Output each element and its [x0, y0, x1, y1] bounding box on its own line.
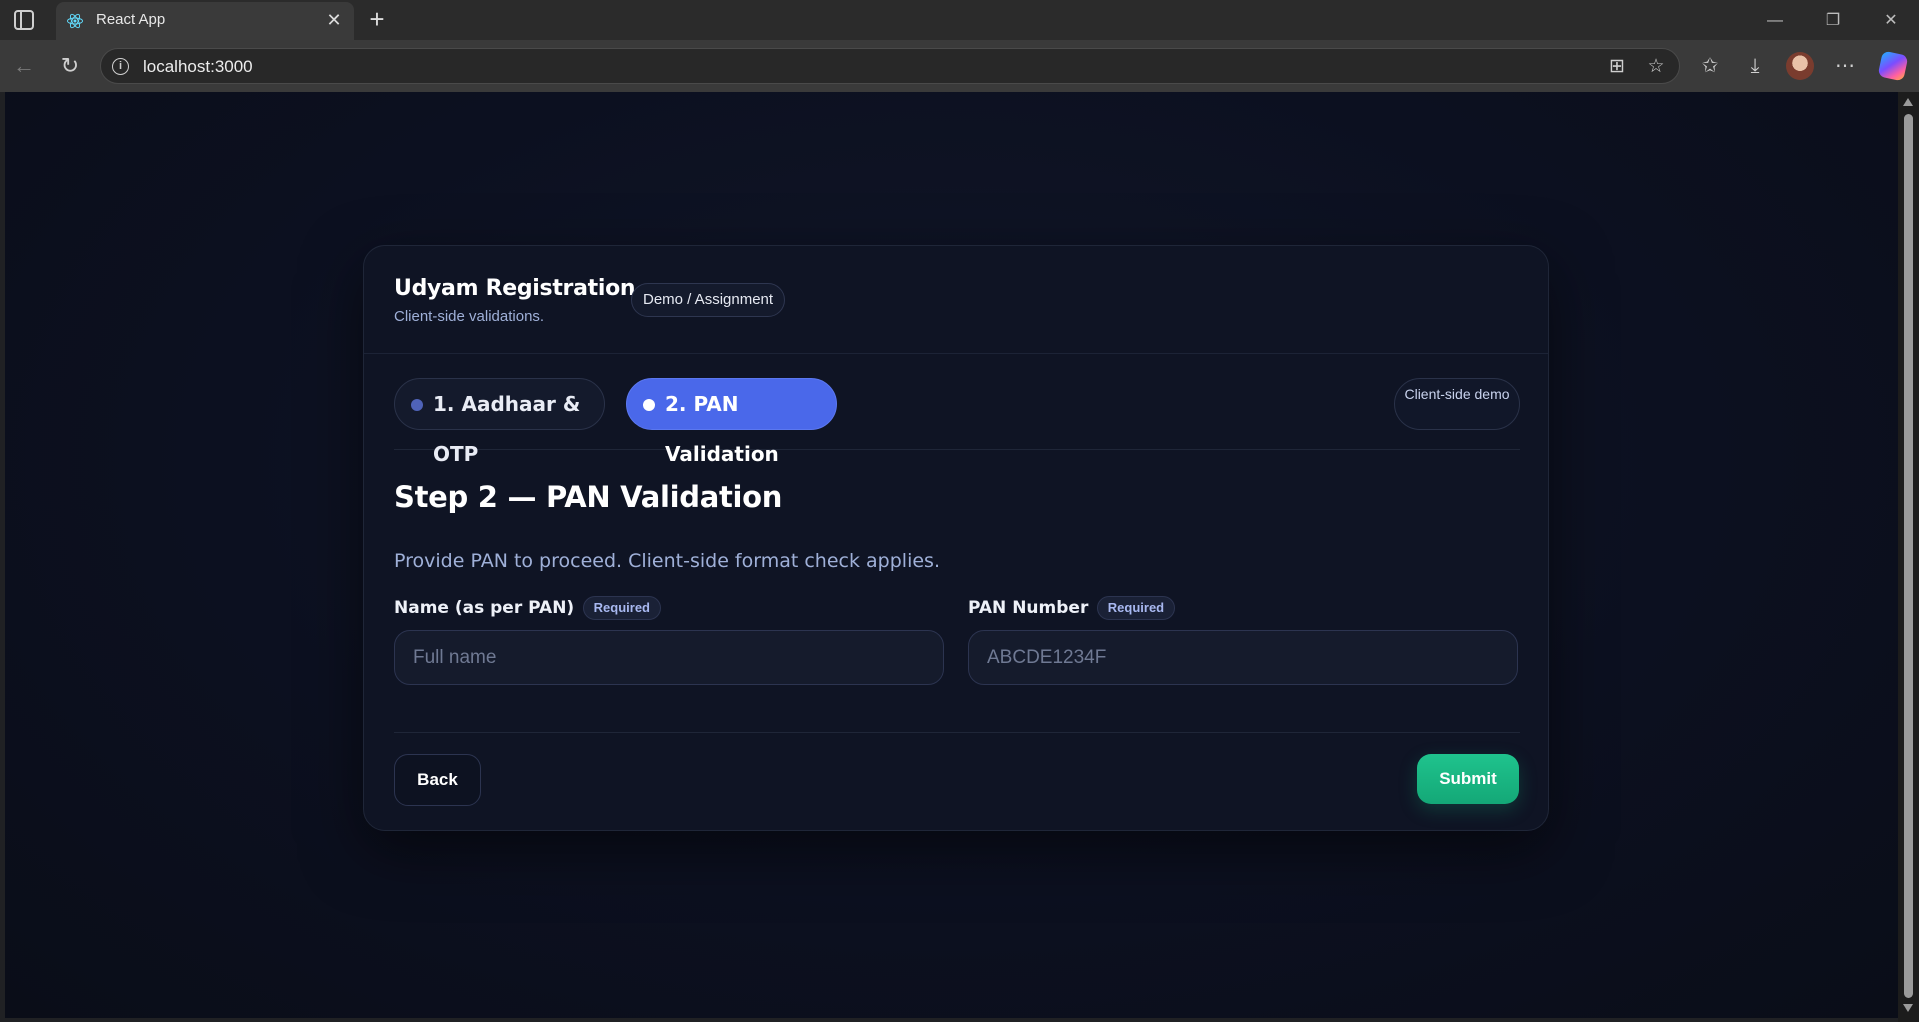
pan-field-label: PAN Number — [968, 598, 1089, 618]
browser-tab[interactable]: React App ✕ — [56, 2, 354, 40]
react-favicon-icon — [67, 13, 83, 29]
favorites-icon[interactable]: ✩ — [1695, 51, 1725, 81]
card-header: Udyam Registration Client-side validatio… — [364, 246, 1548, 354]
browser-tab-bar: React App ✕ + — ❐ ✕ — [0, 0, 1919, 40]
step-tab-aadhaar[interactable]: 1. Aadhaar & OTP — [394, 378, 605, 466]
name-input[interactable] — [394, 630, 944, 685]
pan-input[interactable] — [968, 630, 1518, 685]
required-badge: Required — [582, 596, 661, 620]
more-options-icon[interactable]: ⋯ — [1830, 51, 1860, 81]
favorite-star-icon[interactable]: ☆ — [1643, 54, 1669, 80]
scroll-thumb[interactable] — [1904, 114, 1913, 998]
step-indicator: 1. Aadhaar & OTP 2. PAN Validation Clien… — [394, 378, 1520, 466]
minimize-icon[interactable]: — — [1760, 6, 1790, 36]
required-badge: Required — [1096, 596, 1176, 620]
registration-card: Udyam Registration Client-side validatio… — [363, 245, 1549, 831]
url-text[interactable]: localhost:3000 — [143, 57, 253, 77]
demo-assignment-badge: Demo / Assignment — [631, 283, 786, 317]
page-scrollbar[interactable] — [1898, 92, 1919, 1022]
client-side-demo-pill: Client-side demo — [1394, 378, 1520, 430]
scroll-down-icon[interactable] — [1903, 1004, 1913, 1012]
back-button[interactable]: Back — [394, 754, 481, 806]
scroll-up-icon[interactable] — [1903, 98, 1913, 106]
restore-icon[interactable]: ❐ — [1818, 6, 1848, 36]
copilot-icon[interactable] — [1877, 50, 1909, 82]
address-bar[interactable]: i localhost:3000 ⊞ ☆ — [100, 48, 1680, 84]
info-icon[interactable]: i — [112, 58, 129, 75]
name-field-label: Name (as per PAN) — [394, 598, 575, 618]
name-field-group: Name (as per PAN) Required — [394, 596, 944, 685]
submit-button[interactable]: Submit — [1417, 754, 1519, 804]
pan-field-group: PAN Number Required — [968, 596, 1518, 685]
step-tab-pan[interactable]: 2. PAN Validation — [626, 378, 837, 466]
new-tab-icon[interactable]: + — [362, 4, 392, 34]
window-close-icon[interactable]: ✕ — [1876, 6, 1906, 36]
download-icon[interactable]: ⤓ — [1740, 51, 1770, 81]
page-viewport: Udyam Registration Client-side validatio… — [5, 92, 1898, 1018]
back-icon[interactable]: ← — [9, 51, 39, 81]
footer-divider — [394, 732, 1520, 733]
step-label: 1. Aadhaar & OTP — [433, 392, 581, 466]
step-description: Provide PAN to proceed. Client-side form… — [394, 550, 940, 572]
step-label: 2. PAN Validation — [665, 392, 779, 466]
tab-close-icon[interactable]: ✕ — [322, 8, 346, 32]
app-subtitle: Client-side validations. — [394, 308, 545, 325]
browser-toolbar: ← ↻ i localhost:3000 ⊞ ☆ ✩ ⤓ ⋯ — [0, 40, 1919, 92]
step-dot-icon — [411, 399, 423, 411]
profile-avatar[interactable] — [1786, 52, 1814, 80]
app-available-icon[interactable]: ⊞ — [1604, 54, 1630, 80]
step-heading: Step 2 — PAN Validation — [394, 480, 783, 514]
refresh-icon[interactable]: ↻ — [55, 51, 85, 81]
tab-title: React App — [96, 11, 166, 28]
step-dot-icon — [643, 399, 655, 411]
sidebar-toggle-icon[interactable] — [14, 10, 34, 30]
app-title: Udyam Registration — [394, 276, 636, 301]
